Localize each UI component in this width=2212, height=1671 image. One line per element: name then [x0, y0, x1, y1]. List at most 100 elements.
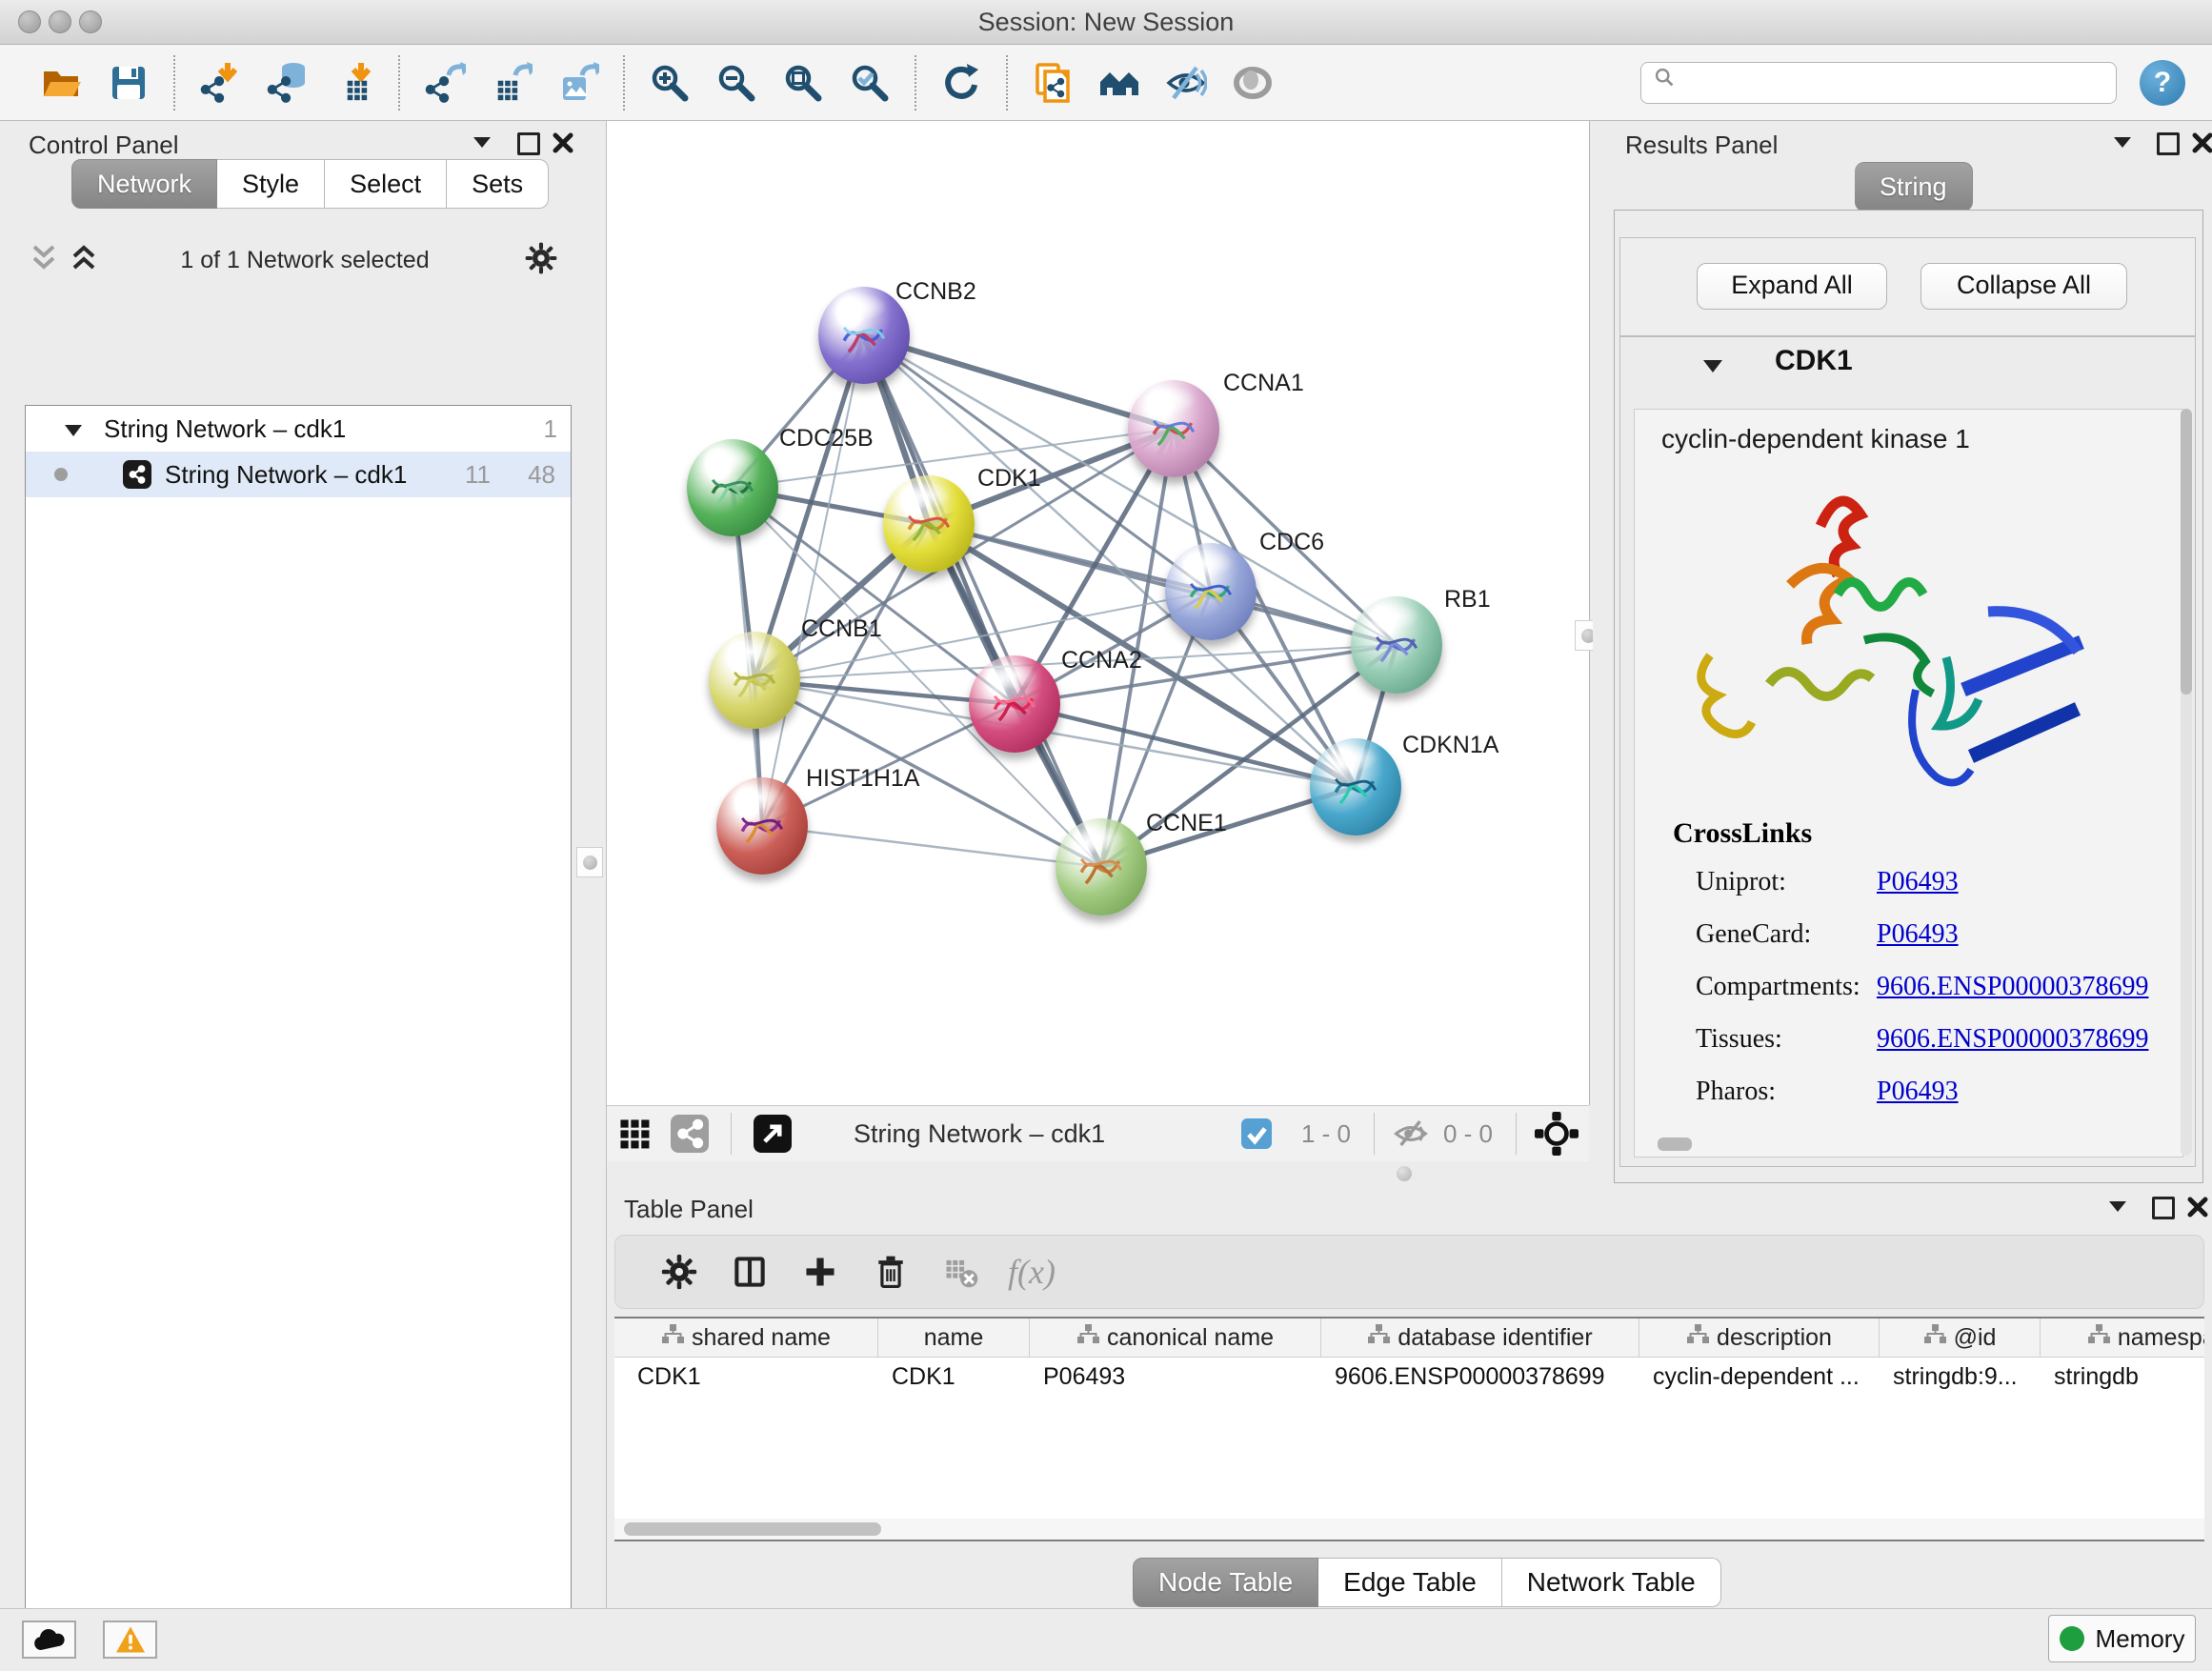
- crosslink-value-link[interactable]: P06493: [1877, 1077, 1959, 1107]
- network-node-ccnb1[interactable]: [709, 632, 800, 729]
- column-header-database-identifier[interactable]: database identifier: [1321, 1319, 1639, 1357]
- tab-string[interactable]: String: [1855, 162, 1973, 211]
- delete-column-icon[interactable]: [855, 1243, 926, 1300]
- crosslink-value-link[interactable]: P06493: [1877, 867, 1959, 897]
- network-node-rb1[interactable]: [1351, 596, 1442, 694]
- string-homes-icon[interactable]: [1086, 52, 1153, 113]
- table-hscrollbar-thumb[interactable]: [624, 1522, 881, 1536]
- visibility-icon[interactable]: [1219, 52, 1286, 113]
- results-panel-float-icon[interactable]: [2157, 132, 2180, 155]
- refresh-icon[interactable]: [928, 52, 995, 113]
- save-session-icon[interactable]: [95, 52, 162, 113]
- details-scrollbar-thumb[interactable]: [1658, 1137, 1692, 1151]
- table-panel-float-icon[interactable]: [2152, 1197, 2175, 1219]
- tab-node-table[interactable]: Node Table: [1133, 1558, 1318, 1607]
- tab-sets[interactable]: Sets: [447, 159, 549, 209]
- table-cell[interactable]: 9606.ENSP00000378699: [1321, 1358, 1639, 1396]
- crosslink-row: Compartments:9606.ENSP00000378699: [1696, 972, 2172, 1002]
- zoom-fit-icon[interactable]: [770, 52, 836, 113]
- birds-eye-crosshair-icon[interactable]: [1530, 1105, 1583, 1162]
- table-panel-menu-icon[interactable]: [2107, 1198, 2128, 1218]
- tab-select[interactable]: Select: [325, 159, 447, 209]
- column-header-name[interactable]: name: [878, 1319, 1030, 1357]
- cloud-button[interactable]: [22, 1621, 76, 1659]
- namespace-tree-icon: [1367, 1323, 1390, 1353]
- table-divider-handle[interactable]: [1397, 1166, 1412, 1181]
- column-header-shared-name[interactable]: shared name: [614, 1319, 878, 1357]
- network-node-ccna1[interactable]: [1128, 380, 1219, 477]
- hidden-eye-icon[interactable]: [1388, 1105, 1434, 1162]
- function-builder-icon[interactable]: f(x): [996, 1243, 1067, 1300]
- network-node-cdc6[interactable]: [1165, 543, 1257, 640]
- results-scrollbar[interactable]: [2181, 409, 2192, 1156]
- network-node-cdk1[interactable]: [883, 475, 975, 573]
- gene-section-collapse-icon[interactable]: [1702, 358, 1723, 379]
- results-panel-close-icon[interactable]: [2192, 132, 2212, 158]
- table-cell[interactable]: stringdb: [2041, 1358, 2204, 1396]
- expand-all-button[interactable]: Expand All: [1697, 263, 1887, 310]
- results-panel-menu-icon[interactable]: [2112, 134, 2133, 154]
- grid-view-icon[interactable]: [607, 1105, 662, 1162]
- table-hscrollbar[interactable]: [614, 1519, 2204, 1540]
- crosslink-value-link[interactable]: 9606.ENSP00000378699: [1877, 1024, 2148, 1055]
- network-node-ccne1[interactable]: [1056, 818, 1147, 916]
- control-panel-float-icon[interactable]: [517, 132, 540, 155]
- table-cell[interactable]: stringdb:9...: [1880, 1358, 2041, 1396]
- export-table-icon[interactable]: [478, 52, 545, 113]
- collapse-all-networks-icon[interactable]: [29, 245, 59, 276]
- tab-style[interactable]: Style: [217, 159, 325, 209]
- share-document-icon[interactable]: [1019, 52, 1086, 113]
- network-node-cdkn1a[interactable]: [1310, 738, 1401, 836]
- zoom-selected-icon[interactable]: [836, 52, 903, 113]
- export-network-icon[interactable]: [412, 52, 478, 113]
- network-row[interactable]: String Network – cdk1 11 48: [26, 452, 571, 497]
- open-session-icon[interactable]: [29, 52, 95, 113]
- column-header-canonical-name[interactable]: canonical name: [1030, 1319, 1321, 1357]
- crosslink-value-link[interactable]: P06493: [1877, 919, 1959, 950]
- crosslink-value-link[interactable]: 9606.ENSP00000378699: [1877, 972, 2148, 1002]
- open-in-new-window-icon[interactable]: [745, 1105, 800, 1162]
- import-table-icon[interactable]: [320, 52, 387, 113]
- selected-checkbox-icon[interactable]: [1221, 1105, 1292, 1162]
- clear-table-icon[interactable]: [926, 1243, 996, 1300]
- zoom-in-icon[interactable]: [636, 52, 703, 113]
- table-cell[interactable]: P06493: [1030, 1358, 1321, 1396]
- control-panel-menu-icon[interactable]: [472, 134, 493, 154]
- help-button[interactable]: ?: [2140, 60, 2185, 106]
- collapse-all-button[interactable]: Collapse All: [1920, 263, 2127, 310]
- add-column-icon[interactable]: [785, 1243, 855, 1300]
- zoom-out-icon[interactable]: [703, 52, 770, 113]
- column-header-namespace[interactable]: namespace: [2041, 1319, 2204, 1357]
- column-header--id[interactable]: @id: [1880, 1319, 2041, 1357]
- tab-edge-table[interactable]: Edge Table: [1318, 1558, 1502, 1607]
- table-settings-gear-icon[interactable]: [644, 1243, 714, 1300]
- network-node-cdc25b[interactable]: [687, 439, 778, 536]
- search-input[interactable]: [1681, 69, 2085, 97]
- expand-all-networks-icon[interactable]: [69, 245, 99, 276]
- hide-unhide-icon[interactable]: [1153, 52, 1219, 113]
- warnings-button[interactable]: [103, 1621, 157, 1659]
- export-image-icon[interactable]: [545, 52, 612, 113]
- network-node-ccna2[interactable]: [969, 655, 1060, 753]
- import-network-icon[interactable]: [187, 52, 253, 113]
- network-options-gear-icon[interactable]: [524, 241, 558, 280]
- table-cell[interactable]: CDK1: [878, 1358, 1030, 1396]
- tab-network-table[interactable]: Network Table: [1502, 1558, 1721, 1607]
- tab-network[interactable]: Network: [71, 159, 217, 209]
- column-header-description[interactable]: description: [1639, 1319, 1880, 1357]
- table-cell[interactable]: CDK1: [614, 1358, 878, 1396]
- network-collection-row[interactable]: String Network – cdk1 1: [26, 406, 571, 452]
- table-cell[interactable]: cyclin-dependent ...: [1639, 1358, 1880, 1396]
- control-panel-close-icon[interactable]: [553, 132, 573, 158]
- network-view[interactable]: CCNB2 CCNA1 CDC25B CDK1 CDC6 RB1 CCNB1 C…: [607, 121, 1590, 1105]
- show-columns-icon[interactable]: [714, 1243, 785, 1300]
- search-field[interactable]: [1640, 62, 2117, 104]
- collection-expand-icon[interactable]: [64, 414, 83, 444]
- network-node-hist1h1a[interactable]: [716, 777, 808, 875]
- import-network-from-database-icon[interactable]: [253, 52, 320, 113]
- memory-button[interactable]: Memory: [2048, 1615, 2196, 1662]
- network-overview-share-icon[interactable]: [662, 1105, 717, 1162]
- table-panel-close-icon[interactable]: [2187, 1197, 2208, 1222]
- table-row[interactable]: CDK1CDK1P064939606.ENSP00000378699cyclin…: [614, 1358, 2204, 1396]
- control-panel-divider-handle[interactable]: [576, 847, 603, 877]
